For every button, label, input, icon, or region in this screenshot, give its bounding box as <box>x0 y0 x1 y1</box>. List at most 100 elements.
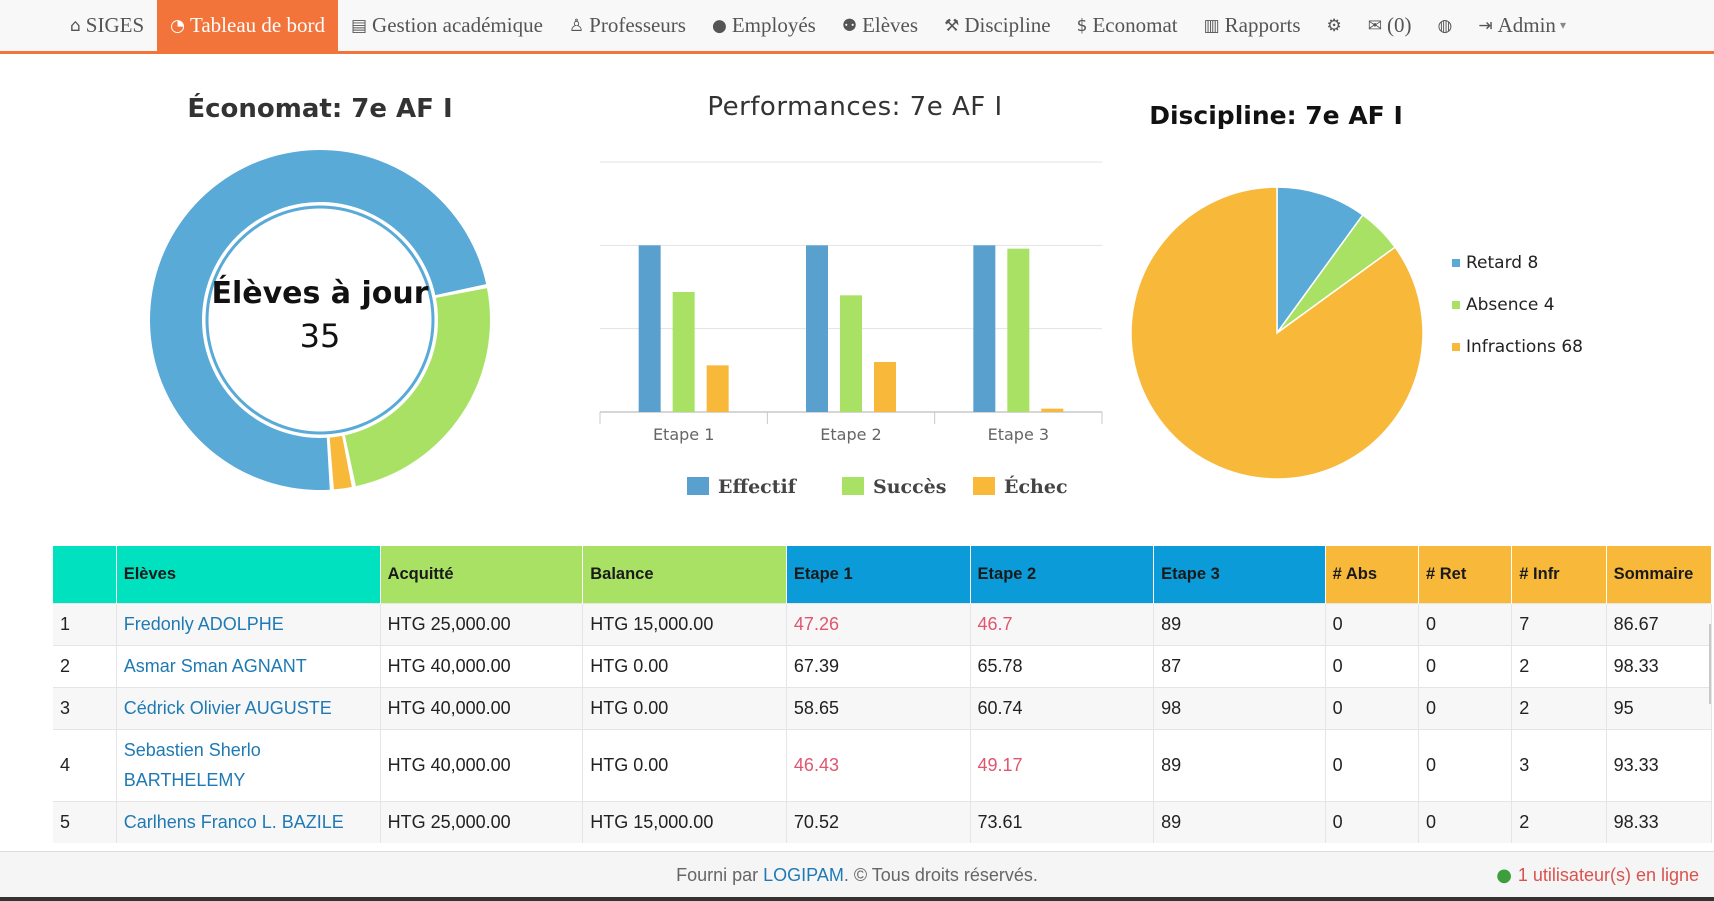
paid-amount: HTG 25,000.00 <box>380 602 584 645</box>
nav-item-el-ves[interactable]: ⚉ Elèves <box>829 0 931 51</box>
infr-count: 2 <box>1511 686 1607 729</box>
nav-item-professeurs[interactable]: ♙ Professeurs <box>556 0 699 51</box>
nav-item-gestion-acad-mique[interactable]: ▤ Gestion académique <box>338 0 556 51</box>
balance-amount: HTG 15,000.00 <box>582 602 787 645</box>
nav-item-employ-s[interactable]: ● Employés <box>699 0 829 51</box>
nav-item-admin[interactable]: ⇥ Admin ▾ <box>1465 0 1579 51</box>
etape1-score: 58.65 <box>786 686 971 729</box>
nav-item-label: Economat <box>1092 13 1178 37</box>
performance-bar-chart: Etape 1 Etape 2 Etape 3 Effectif Succès Échec <box>590 150 1120 510</box>
bar-succès <box>672 292 695 412</box>
legend-swatch <box>1452 343 1460 351</box>
column-header[interactable]: Etape 1 <box>786 546 971 603</box>
ret-count: 0 <box>1418 644 1513 687</box>
students-table-container[interactable]: Elèves Acquitté Balance Etape 1 Etape 2 Etape… <box>53 546 1712 851</box>
bar-succès <box>1007 248 1030 412</box>
column-header[interactable]: # Infr <box>1511 546 1607 603</box>
nav-item-tableau-de-bord[interactable]: ◔ Tableau de bord <box>157 0 338 51</box>
student-name-link[interactable]: Sebastien Sherlo BARTHELEMY <box>116 728 381 801</box>
legend-label: Retard 8 <box>1466 253 1538 273</box>
etape3-score: 87 <box>1153 644 1326 687</box>
dollar-icon: $ <box>1076 15 1088 36</box>
column-header[interactable]: Etape 3 <box>1153 546 1326 603</box>
abs-count: 0 <box>1325 602 1419 645</box>
user-icon: ● <box>711 15 727 36</box>
student-name-link[interactable]: Asmar Sman AGNANT <box>116 644 381 687</box>
footer-credit: Fourni par LOGIPAM. © Tous droits réserv… <box>0 865 1714 886</box>
balance-amount: HTG 0.00 <box>582 686 787 729</box>
abs-count: 0 <box>1325 800 1419 843</box>
legend-label[interactable]: Échec <box>1004 475 1068 498</box>
user-icon: ● <box>1496 865 1512 886</box>
nav-item-label: SIGES <box>85 13 145 37</box>
legend-swatch <box>973 477 995 495</box>
legend-label[interactable]: Succès <box>873 476 946 498</box>
student-name-link[interactable]: Carlhens Franco L. BAZILE <box>116 800 381 843</box>
summary-score: 95 <box>1606 686 1712 729</box>
nav-item-label: Admin <box>1497 13 1556 37</box>
online-users-text: 1 utilisateur(s) en ligne <box>1517 865 1699 885</box>
infr-count: 2 <box>1511 644 1607 687</box>
column-header[interactable]: Acquitté <box>380 546 584 603</box>
table-header-row: Elèves Acquitté Balance Etape 1 Etape 2 Etape… <box>53 546 1712 603</box>
etape2-score: 49.17 <box>970 728 1155 801</box>
summary-score: 98.33 <box>1606 644 1712 687</box>
column-header[interactable]: # Abs <box>1325 546 1419 603</box>
x-tick-label: Etape 1 <box>653 425 714 444</box>
x-tick-label: Etape 3 <box>988 425 1049 444</box>
table-scrollbar[interactable] <box>1709 624 1711 704</box>
nav-item-cogs[interactable]: ⚙ <box>1314 0 1355 51</box>
bar-échec <box>706 365 729 412</box>
abs-count: 0 <box>1325 728 1419 801</box>
economat-donut-chart: Élèves à jour 35 <box>140 140 500 500</box>
nav-item-label: Rapports <box>1224 13 1301 37</box>
nav-item-rapports[interactable]: ▥ Rapports <box>1191 0 1314 51</box>
logipam-link[interactable]: LOGIPAM <box>763 865 844 885</box>
nav-item-0[interactable]: ✉ (0) <box>1355 0 1425 51</box>
legend-label[interactable]: Effectif <box>718 476 798 498</box>
etape1-score: 70.52 <box>786 800 971 843</box>
etape2-score: 60.74 <box>970 686 1155 729</box>
nav-item-discipline[interactable]: ⚒ Discipline <box>931 0 1064 51</box>
student-name-link[interactable]: Cédrick Olivier AUGUSTE <box>116 686 381 729</box>
abs-count: 0 <box>1325 644 1419 687</box>
bar-chart-icon: ▥ <box>1203 15 1220 36</box>
summary-score: 86.67 <box>1606 602 1712 645</box>
summary-score: 93.33 <box>1606 728 1712 801</box>
table-body: 1 Fredonly ADOLPHE HTG 25,000.00 HTG 15,000… <box>53 602 1712 843</box>
x-tick-label: Etape 2 <box>820 425 881 444</box>
footer: Fourni par LOGIPAM. © Tous droits réserv… <box>0 851 1714 897</box>
users-icon: ⚉ <box>841 15 858 36</box>
nav-item-label: Discipline <box>964 13 1051 37</box>
nav-item-label: Elèves <box>862 13 919 37</box>
column-header[interactable]: Balance <box>582 546 787 603</box>
performance-bar-svg: Etape 1 Etape 2 Etape 3 Effectif Succès Échec <box>599 161 1103 498</box>
table-row: 4 Sebastien Sherlo BARTHELEMY HTG 40,000.0… <box>53 728 1712 801</box>
etape1-score: 46.43 <box>786 728 971 801</box>
paid-amount: HTG 40,000.00 <box>380 686 584 729</box>
legend-swatch <box>842 477 864 495</box>
nav-item-economat[interactable]: $ Economat <box>1064 0 1191 51</box>
etape3-score: 98 <box>1153 686 1326 729</box>
legend-swatch <box>1452 259 1460 267</box>
table-row: 3 Cédrick Olivier AUGUSTE HTG 40,000.00 HTG… <box>53 686 1712 729</box>
etape1-score: 67.39 <box>786 644 971 687</box>
bar-effectif <box>806 245 828 412</box>
nav-menu: ⌂ SIGES ◔ Tableau de bord ▤ Gestion académiqu… <box>57 0 1579 51</box>
column-header[interactable] <box>53 546 117 603</box>
nav-item-siges[interactable]: ⌂ SIGES <box>57 0 157 51</box>
infr-count: 2 <box>1511 800 1607 843</box>
student-name-link[interactable]: Fredonly ADOLPHE <box>116 602 381 645</box>
paid-amount: HTG 25,000.00 <box>380 800 584 843</box>
ret-count: 0 <box>1418 728 1513 801</box>
nav-item-label: Tableau de bord <box>190 13 325 37</box>
nav-item-globe[interactable]: ◍ <box>1425 0 1466 51</box>
infr-count: 3 <box>1511 728 1607 801</box>
column-header[interactable]: Etape 2 <box>970 546 1155 603</box>
nav-item-label: Professeurs <box>589 13 686 37</box>
etape2-score: 65.78 <box>970 644 1155 687</box>
column-header[interactable]: # Ret <box>1418 546 1513 603</box>
column-header[interactable]: Sommaire <box>1606 546 1712 603</box>
column-header[interactable]: Elèves <box>116 546 381 603</box>
paid-amount: HTG 40,000.00 <box>380 728 584 801</box>
